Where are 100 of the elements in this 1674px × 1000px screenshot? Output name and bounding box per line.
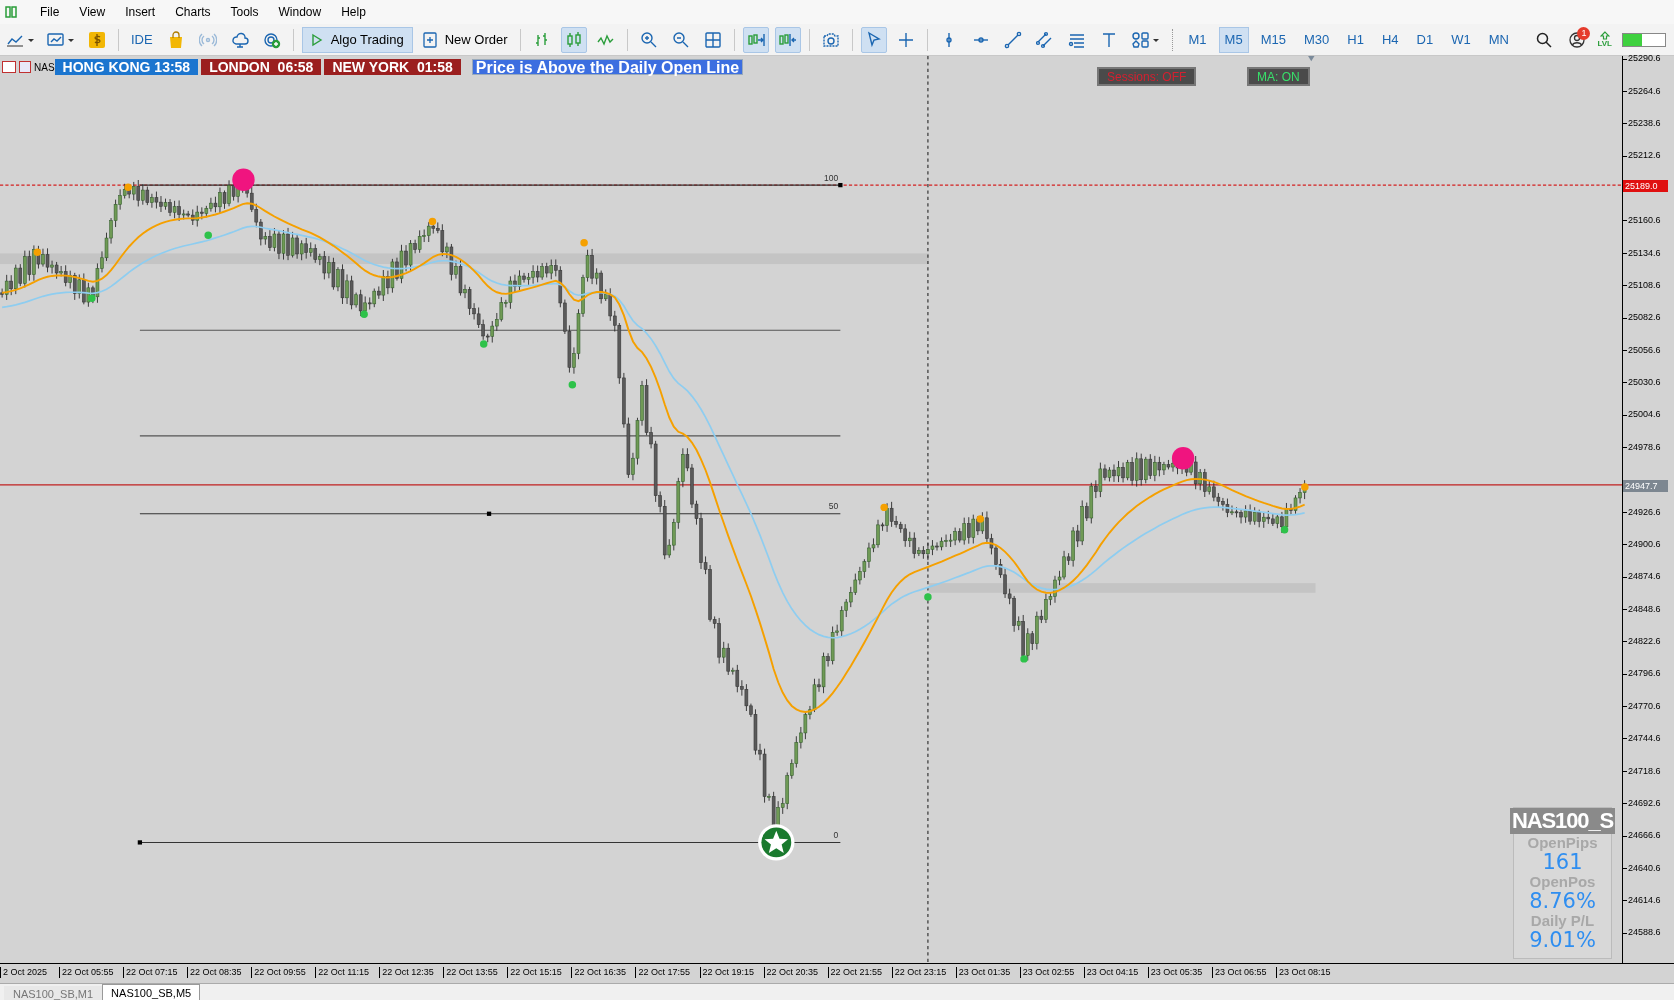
swing-high-dot: [580, 239, 588, 247]
price-tick-label: 24744.6: [1627, 732, 1661, 746]
time-tick-label: 22 Oct 19:15: [699, 967, 755, 978]
timeframe-button[interactable]: MN: [1482, 26, 1515, 53]
price-tick-label: 25264.6: [1627, 84, 1661, 98]
indicator-toggle[interactable]: MA: ON: [1247, 67, 1310, 86]
price-tick-label: 25134.6: [1627, 246, 1661, 260]
timeframe-button[interactable]: W1: [1445, 26, 1477, 53]
time-tick-label: 22 Oct 17:55: [635, 967, 690, 978]
swing-high-dot: [1301, 483, 1309, 491]
user-notification-button[interactable]: 1: [1563, 26, 1592, 53]
battery-meter: [1622, 32, 1666, 47]
signal-dot: [1171, 447, 1195, 470]
time-tick-label: 22 Oct 11:15: [315, 967, 370, 978]
price-tick-label: 24926.6: [1627, 505, 1661, 519]
menu-item[interactable]: Charts: [165, 3, 221, 21]
time-tick-label: 22 Oct 13:55: [443, 967, 498, 978]
price-tick-label: 25108.6: [1627, 278, 1661, 292]
user-notification-button-icon: [1568, 30, 1587, 49]
swing-low-dot: [1020, 655, 1028, 663]
time-tick-label: 23 Oct 02:55: [1019, 967, 1075, 978]
price-tick-label: 24614.6: [1627, 894, 1661, 907]
swing-low-dot: [924, 593, 932, 601]
fibonacci-level-label: 50: [828, 501, 839, 512]
time-tick-label: 22 Oct 09:55: [251, 967, 306, 978]
anchor-point: [486, 511, 492, 516]
stat-value: 8.76%: [1529, 890, 1596, 912]
timeframe-button[interactable]: H1: [1341, 26, 1370, 53]
time-tick-label: 23 Oct 04:15: [1083, 967, 1139, 978]
time-tick-label: 22 Oct 12:35: [379, 967, 434, 978]
timeframe-button[interactable]: D1: [1410, 26, 1440, 53]
fibonacci-level-label: 100: [824, 172, 839, 183]
timeframe-button[interactable]: M30: [1297, 26, 1336, 53]
price-tick-label: 25082.6: [1627, 311, 1661, 325]
price-tick-label: 24666.6: [1627, 829, 1661, 843]
swing-low-dot: [88, 294, 96, 302]
symbol-label: NAS: [34, 60, 55, 75]
arrow-up-icon: [1599, 31, 1610, 40]
timeframe-button[interactable]: M15: [1254, 26, 1292, 53]
list-icon: [2, 61, 16, 73]
price-tick-label: 24822.6: [1627, 635, 1661, 648]
menu-item[interactable]: Insert: [115, 3, 166, 21]
price-tick-label: 25212.6: [1627, 149, 1661, 163]
signal-dot: [232, 168, 255, 191]
session-clock: HONG KONG 13:58: [54, 59, 199, 75]
autoscroll-icon[interactable]: [742, 26, 769, 53]
price-tick-label: 25290.6: [1627, 52, 1661, 66]
time-tick-label: 22 Oct 05:55: [59, 967, 114, 978]
time-tick-label: 22 Oct 15:15: [507, 967, 562, 978]
chart-shift-icon[interactable]: [774, 26, 801, 53]
price-tick-label: 24796.6: [1627, 667, 1661, 681]
star-badge-icon: [758, 824, 795, 861]
price-tick-label: 24978.6: [1627, 440, 1661, 454]
timeframe-button[interactable]: M1: [1182, 26, 1213, 53]
time-tick-label: 2 Oct 2025: [0, 967, 48, 978]
price-tick-label: 24848.6: [1627, 602, 1661, 616]
chart-window-icon: [19, 61, 31, 73]
timeframe-button[interactable]: H4: [1375, 26, 1405, 53]
price-tick-label: 24692.6: [1627, 796, 1661, 810]
time-tick-label: 22 Oct 07:15: [123, 967, 178, 978]
cursor-icon[interactable]: [860, 26, 887, 53]
price-tick-label: 24770.6: [1627, 699, 1661, 713]
time-tick-label: 22 Oct 21:55: [827, 967, 883, 978]
algo-trading-button[interactable]: Algo Trading: [301, 26, 413, 53]
menu-item[interactable]: Help: [331, 3, 376, 21]
app-logo-icon: [4, 5, 18, 19]
monitor-chart-icon: [46, 30, 76, 49]
price-tick-label: 25160.6: [1627, 214, 1661, 228]
panel-symbol: NAS100_S: [1509, 808, 1616, 834]
time-tick-label: 23 Oct 01:35: [955, 967, 1011, 978]
price-marker: 25189.0: [1623, 179, 1668, 192]
time-tick-label: 22 Oct 23:15: [891, 967, 947, 978]
chart-tab[interactable]: NAS100_SB,M5: [102, 984, 201, 1000]
swing-high-dot: [428, 217, 437, 226]
swing-high-dot: [124, 183, 132, 191]
new-order-button[interactable]: New Order: [418, 26, 512, 53]
menu-item[interactable]: Window: [268, 3, 332, 21]
timeframe-button[interactable]: M5: [1218, 26, 1249, 53]
anchor-point: [838, 183, 843, 188]
price-tick-label: 24874.6: [1627, 570, 1661, 584]
anchor-point: [137, 840, 142, 845]
alert-banner: Price is Above the Daily Open Line: [471, 59, 744, 75]
fibonacci-level-label: 0: [833, 830, 839, 841]
candlestick-icon[interactable]: [560, 26, 587, 53]
ide-button[interactable]: IDE: [127, 26, 157, 53]
level-button[interactable]: LVL: [1597, 26, 1612, 53]
time-tick-label: 23 Oct 06:55: [1211, 967, 1267, 978]
chart-tab[interactable]: NAS100_SB,M1: [4, 986, 103, 1000]
play-icon: [310, 32, 323, 47]
time-tick-label: 22 Oct 20:35: [763, 967, 819, 978]
time-tick-label: 22 Oct 16:35: [571, 967, 626, 978]
document-plus-icon: [422, 31, 437, 48]
price-tick-label: 25238.6: [1627, 117, 1661, 130]
swing-low-dot: [360, 310, 368, 318]
marker-triangle-icon: [1308, 56, 1315, 62]
menu-item[interactable]: Tools: [220, 3, 269, 21]
price-tick-label: 24588.6: [1627, 926, 1661, 940]
menu-item[interactable]: View: [69, 3, 116, 21]
menu-item[interactable]: File: [30, 3, 70, 21]
price-tick-label: 25004.6: [1627, 408, 1661, 422]
